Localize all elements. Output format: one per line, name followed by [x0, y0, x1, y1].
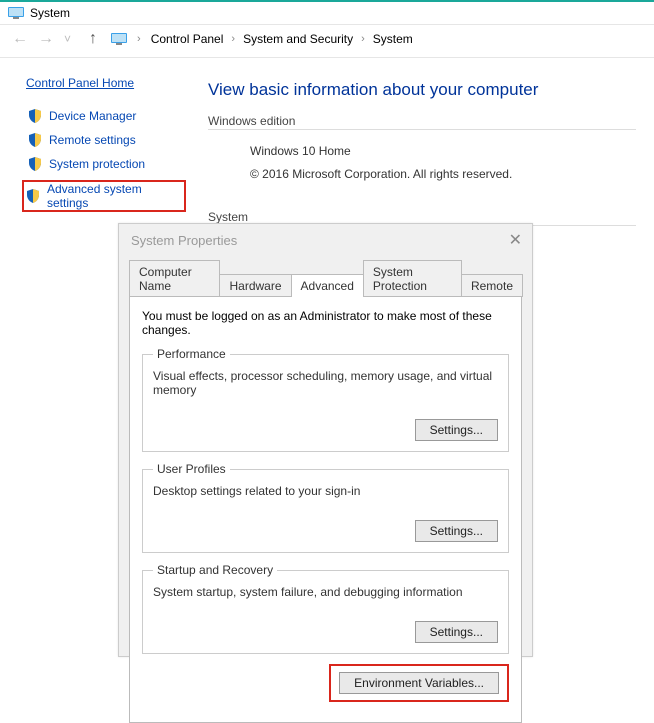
tab-remote[interactable]: Remote — [461, 274, 523, 297]
nav-up-icon[interactable]: ↑ — [85, 31, 101, 47]
tab-hardware[interactable]: Hardware — [219, 274, 291, 297]
sidebar-item-label: Device Manager — [49, 109, 136, 123]
group-startup-recovery: Startup and Recovery System startup, sys… — [142, 563, 509, 654]
nav-back-icon[interactable]: ← — [12, 31, 28, 47]
chevron-icon: › — [361, 33, 365, 45]
performance-settings-button[interactable]: Settings... — [415, 419, 498, 441]
shield-icon — [26, 189, 40, 203]
group-description: Visual effects, processor scheduling, me… — [153, 369, 498, 397]
group-description: System startup, system failure, and debu… — [153, 585, 498, 599]
group-user-profiles: User Profiles Desktop settings related t… — [142, 462, 509, 553]
group-description: Desktop settings related to your sign-in — [153, 484, 498, 498]
windows-edition-copyright: © 2016 Microsoft Corporation. All rights… — [250, 163, 636, 186]
group-legend: User Profiles — [153, 462, 230, 476]
environment-variables-button[interactable]: Environment Variables... — [339, 672, 499, 694]
chevron-icon: › — [231, 33, 235, 45]
sidebar-item-system-protection[interactable]: System protection — [26, 156, 186, 172]
sidebar-item-remote-settings[interactable]: Remote settings — [26, 132, 186, 148]
main-content: View basic information about your comput… — [200, 58, 654, 248]
tab-system-protection[interactable]: System Protection — [363, 260, 462, 297]
sidebar-item-advanced-system-settings[interactable]: Advanced system settings — [22, 180, 186, 212]
system-properties-dialog: System Properties ✕ Computer Name Hardwa… — [118, 223, 533, 657]
windows-edition-name: Windows 10 Home — [250, 140, 636, 163]
group-performance: Performance Visual effects, processor sc… — [142, 347, 509, 452]
group-legend: Startup and Recovery — [153, 563, 277, 577]
close-icon[interactable]: ✕ — [509, 230, 522, 250]
shield-icon — [28, 109, 42, 123]
sidebar-item-label: Remote settings — [49, 133, 136, 147]
nav-history-icon[interactable]: ˅ — [64, 32, 71, 46]
system-icon — [8, 7, 24, 19]
dialog-tabs: Computer Name Hardware Advanced System P… — [129, 260, 522, 297]
startup-recovery-settings-button[interactable]: Settings... — [415, 621, 498, 643]
breadcrumb-item[interactable]: System and Security — [243, 32, 353, 46]
tab-intro-text: You must be logged on as an Administrato… — [142, 309, 509, 337]
environment-variables-highlight: Environment Variables... — [329, 664, 509, 702]
sidebar-item-label: Advanced system settings — [47, 182, 182, 210]
breadcrumb-root-icon — [111, 33, 127, 45]
sidebar-item-label: System protection — [49, 157, 145, 171]
sidebar-item-device-manager[interactable]: Device Manager — [26, 108, 186, 124]
tab-advanced[interactable]: Advanced — [291, 274, 364, 297]
page-heading: View basic information about your comput… — [208, 80, 636, 100]
group-legend: Performance — [153, 347, 230, 361]
window-title: System — [30, 6, 70, 20]
nav-forward-icon[interactable]: → — [38, 31, 54, 47]
breadcrumb[interactable]: Control Panel › System and Security › Sy… — [151, 32, 413, 46]
tab-computer-name[interactable]: Computer Name — [129, 260, 220, 297]
windows-edition-label: Windows edition — [208, 114, 636, 130]
user-profiles-settings-button[interactable]: Settings... — [415, 520, 498, 542]
window-titlebar: System — [0, 0, 654, 25]
breadcrumb-item[interactable]: Control Panel — [151, 32, 224, 46]
navbar: ← → ˅ ↑ › Control Panel › System and Sec… — [0, 25, 654, 58]
breadcrumb-item[interactable]: System — [373, 32, 413, 46]
chevron-icon: › — [137, 33, 141, 45]
shield-icon — [28, 133, 42, 147]
control-panel-home-link[interactable]: Control Panel Home — [26, 76, 134, 90]
sidebar: Control Panel Home Device Manager Remote… — [0, 58, 200, 248]
shield-icon — [28, 157, 42, 171]
dialog-title: System Properties — [131, 233, 237, 248]
